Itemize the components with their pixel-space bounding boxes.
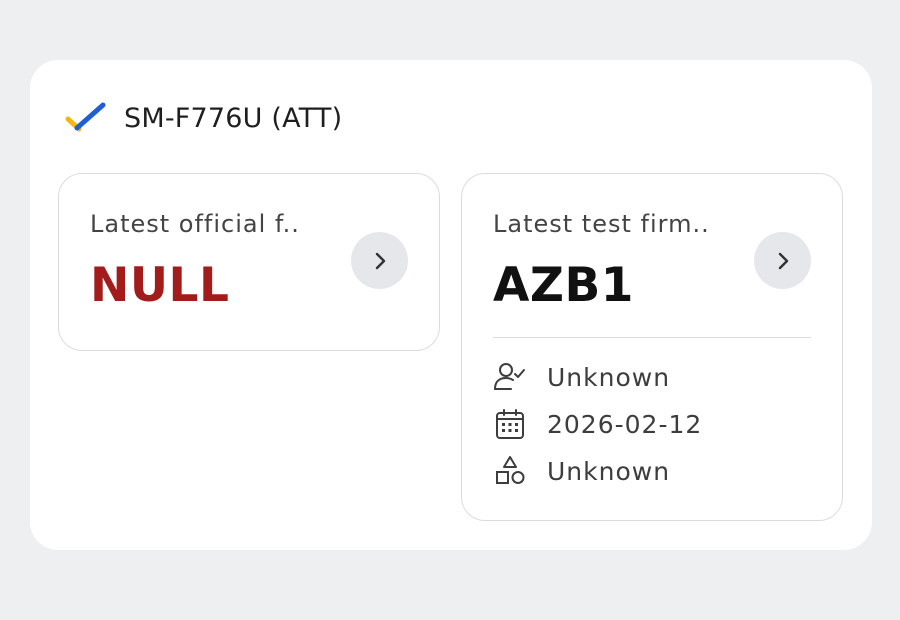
official-firmware-label: Latest official f.. [90, 210, 300, 238]
official-firmware-card[interactable]: Latest official f.. NULL [58, 173, 440, 351]
test-firmware-open-button[interactable] [754, 232, 811, 289]
test-firmware-value: AZB1 [493, 258, 634, 313]
signer-row: Unknown [493, 361, 670, 393]
official-firmware-open-button[interactable] [351, 232, 408, 289]
chevron-right-icon [375, 252, 385, 269]
divider [493, 337, 811, 338]
chevron-right-icon [778, 252, 788, 269]
device-title: SM-F776U (ATT) [124, 102, 343, 134]
device-header: SM-F776U (ATT) [64, 100, 342, 136]
date-text: 2026-02-12 [547, 409, 703, 439]
device-card: SM-F776U (ATT) Latest official f.. NULL … [30, 60, 872, 550]
test-firmware-label: Latest test firm.. [493, 210, 710, 238]
calendar-icon [496, 409, 524, 439]
test-firmware-card[interactable]: Latest test firm.. AZB1 Unknown 2026-02-… [461, 173, 843, 521]
signer-text: Unknown [547, 362, 671, 392]
category-text: Unknown [547, 456, 671, 486]
category-row: Unknown [493, 455, 670, 487]
check-icon [65, 102, 106, 132]
official-firmware-value: NULL [90, 258, 230, 313]
date-row: 2026-02-12 [493, 408, 702, 440]
shapes-icon [496, 456, 525, 484]
user-check-icon [494, 363, 525, 390]
